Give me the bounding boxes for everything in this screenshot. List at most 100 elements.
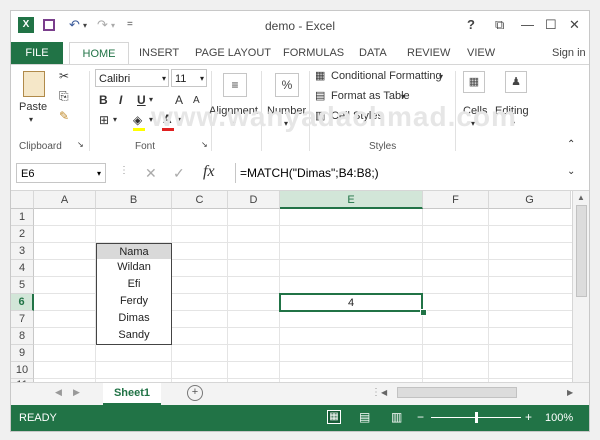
editing-icon[interactable]: ♟ [505, 71, 527, 93]
bold-button[interactable]: B [99, 93, 108, 107]
insert-function-button[interactable]: fx [203, 163, 215, 181]
tab-home[interactable]: HOME [69, 42, 129, 65]
column-header-b[interactable]: B [96, 191, 172, 209]
column-header-g[interactable]: G [489, 191, 571, 209]
underline-button[interactable]: U [137, 93, 146, 107]
name-box[interactable]: E6 ▾ [16, 163, 106, 183]
enter-entry-button[interactable]: ✓ [173, 165, 185, 182]
tab-file[interactable]: FILE [11, 42, 63, 64]
row-header-9[interactable]: 9 [11, 345, 34, 362]
sheet-split-grip-icon[interactable]: ⋮ [371, 387, 381, 398]
next-sheet-icon[interactable]: ▶ [73, 387, 80, 398]
maximize-button[interactable]: ☐ [545, 17, 557, 33]
add-sheet-button[interactable]: + [187, 385, 203, 401]
page-layout-view-icon[interactable]: ▤ [359, 410, 370, 424]
gridline [488, 209, 489, 391]
format-as-table-dropdown-icon[interactable]: ▾ [401, 92, 405, 101]
watermark: www.wanyadachmad.com [151, 101, 517, 132]
minimize-button[interactable]: — [521, 17, 534, 32]
paste-dropdown-icon[interactable]: ▾ [29, 115, 33, 124]
sign-in-link[interactable]: Sign in [552, 42, 586, 64]
cut-icon[interactable]: ✂ [59, 69, 69, 83]
vertical-scrollbar[interactable]: ▲ [572, 191, 589, 391]
status-bar: READY ▦ ▤ ▥ − + 100% [11, 405, 589, 431]
borders-dropdown-icon[interactable]: ▾ [113, 115, 117, 124]
formula-input[interactable]: =MATCH("Dimas";B4:B8;) [235, 163, 575, 183]
cancel-entry-button[interactable]: ✕ [145, 165, 157, 182]
fill-color-icon[interactable]: ◈ [133, 113, 142, 127]
scroll-up-icon[interactable]: ▲ [577, 193, 585, 202]
tab-page-layout[interactable]: PAGE LAYOUT [195, 42, 271, 64]
prev-sheet-icon[interactable]: ◀ [55, 387, 62, 398]
number-format-icon[interactable]: % [275, 73, 299, 97]
italic-button[interactable]: I [119, 93, 122, 107]
close-button[interactable]: ✕ [569, 17, 580, 33]
collapse-ribbon-icon[interactable]: ⌃ [567, 139, 575, 150]
row-header-8[interactable]: 8 [11, 328, 34, 345]
font-launcher-icon[interactable]: ↘ [201, 140, 208, 149]
column-header-e[interactable]: E [280, 191, 423, 209]
horizontal-scroll-thumb[interactable] [397, 387, 517, 398]
name-cell[interactable]: Ferdy [96, 293, 172, 311]
row-header-7[interactable]: 7 [11, 311, 34, 328]
alignment-icon[interactable]: ≡ [223, 73, 247, 97]
styles-group-label: Styles [369, 141, 397, 152]
select-all-corner[interactable] [11, 191, 34, 209]
tab-review[interactable]: REVIEW [407, 42, 450, 64]
font-size-value: 11 [175, 73, 187, 85]
scroll-right-icon[interactable]: ▶ [567, 388, 573, 397]
fill-handle[interactable] [420, 309, 427, 316]
column-header-d[interactable]: D [228, 191, 280, 209]
copy-icon[interactable]: ⎘ [59, 89, 69, 104]
row-header-2[interactable]: 2 [11, 226, 34, 243]
ribbon: Paste ▾ ✂ ⎘ ✎ Clipboard ↘ Calibri ▾ 11 ▾ B… [11, 64, 589, 159]
normal-view-icon[interactable]: ▦ [327, 410, 341, 424]
clipboard-group-label: Clipboard [19, 141, 62, 152]
row-header-10[interactable]: 10 [11, 362, 34, 379]
font-name-select[interactable]: Calibri ▾ [95, 69, 169, 87]
zoom-level[interactable]: 100% [545, 412, 573, 424]
name-cell[interactable]: Efi [96, 276, 172, 294]
conditional-formatting-button[interactable]: Conditional Formatting [331, 70, 442, 82]
horizontal-scrollbar[interactable] [393, 386, 563, 398]
vertical-scroll-thumb[interactable] [576, 205, 587, 297]
row-header-3[interactable]: 3 [11, 243, 34, 260]
row-header-6[interactable]: 6 [11, 294, 34, 311]
ribbon-display-options-button[interactable]: ⧉ [495, 17, 504, 33]
tab-view[interactable]: VIEW [467, 42, 495, 64]
font-size-select[interactable]: 11 ▾ [171, 69, 207, 87]
column-header-f[interactable]: F [423, 191, 489, 209]
borders-icon[interactable]: ⊞ [99, 113, 109, 127]
expand-formula-bar-icon[interactable]: ⌄ [567, 166, 575, 177]
worksheet-grid[interactable]: A B C D E F G 1 2 3 4 5 6 7 8 9 10 11 [11, 191, 589, 391]
gridline [34, 225, 579, 226]
help-button[interactable]: ? [467, 17, 475, 32]
scroll-left-icon[interactable]: ◀ [381, 388, 387, 397]
sheet-tab-sheet1[interactable]: Sheet1 [103, 383, 161, 406]
row-header-1[interactable]: 1 [11, 209, 34, 226]
tab-insert[interactable]: INSERT [139, 42, 179, 64]
paste-icon[interactable] [23, 71, 45, 97]
name-cell[interactable]: Wildan [96, 259, 172, 277]
row-header-5[interactable]: 5 [11, 277, 34, 294]
name-cell[interactable]: Dimas [96, 310, 172, 328]
tab-data[interactable]: DATA [359, 42, 387, 64]
conditional-dropdown-icon[interactable]: ▾ [439, 72, 443, 81]
zoom-out-button[interactable]: − [417, 410, 424, 424]
cells-icon[interactable]: ▦ [463, 71, 485, 93]
chevron-down-icon: ▾ [161, 74, 166, 83]
name-box-value: E6 [21, 168, 35, 180]
active-cell-e6[interactable]: 4 [279, 293, 423, 312]
clipboard-launcher-icon[interactable]: ↘ [77, 140, 84, 149]
page-break-view-icon[interactable]: ▥ [391, 410, 402, 424]
name-cell[interactable]: Sandy [96, 327, 172, 345]
table-header-cell[interactable]: Nama [96, 243, 172, 260]
column-header-c[interactable]: C [172, 191, 228, 209]
zoom-in-button[interactable]: + [525, 410, 532, 424]
zoom-slider-thumb[interactable] [475, 412, 478, 423]
paste-button[interactable]: Paste [19, 101, 47, 113]
tab-formulas[interactable]: FORMULAS [283, 42, 344, 64]
column-header-a[interactable]: A [34, 191, 96, 209]
row-header-4[interactable]: 4 [11, 260, 34, 277]
format-painter-icon[interactable]: ✎ [59, 109, 69, 123]
